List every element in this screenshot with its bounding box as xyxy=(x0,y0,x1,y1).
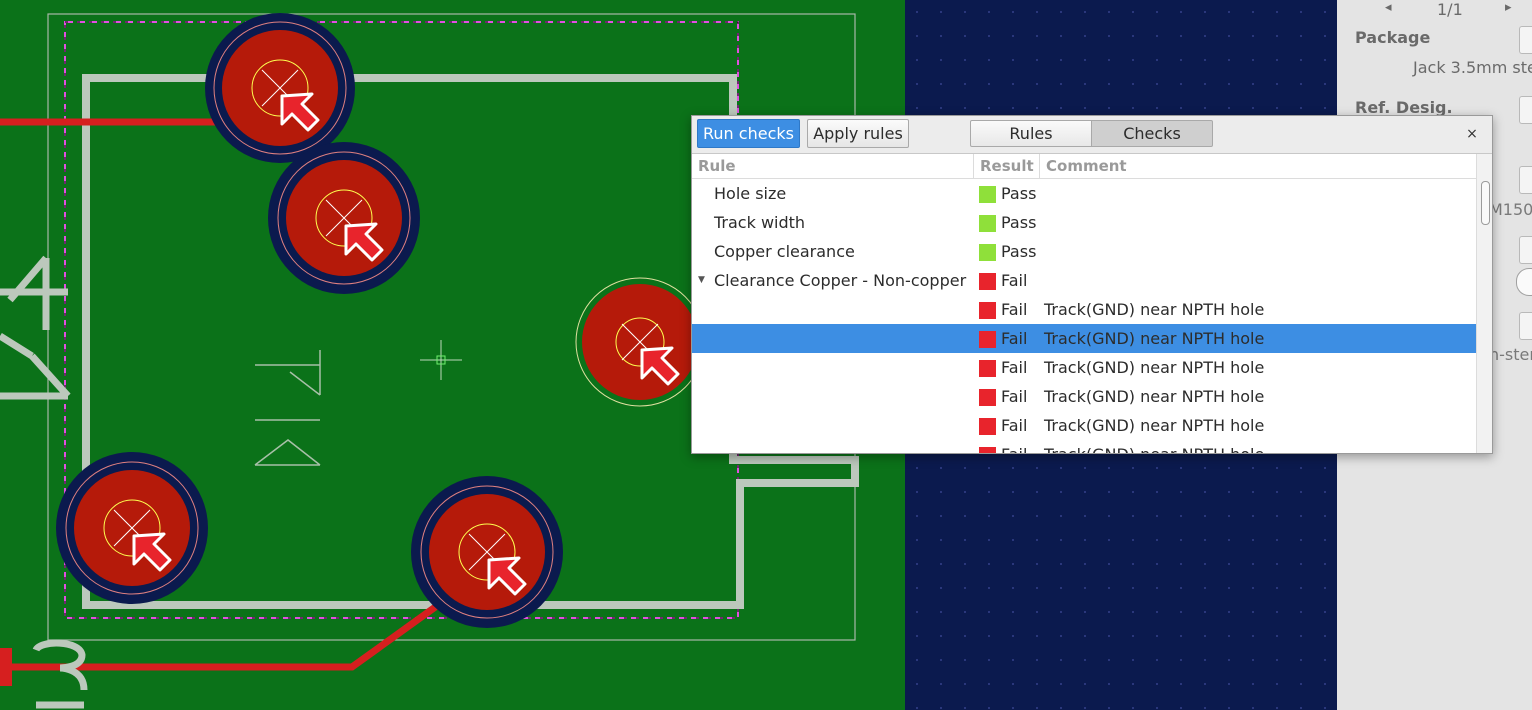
silkscreen-ref-bottom xyxy=(32,639,88,709)
pager: ◂ 1/1 ▸ xyxy=(1337,0,1532,22)
silkscreen-ref-left xyxy=(0,255,71,400)
checks-table: Hole size Pass Track width Pass Copper clear… xyxy=(692,179,1476,453)
pad-4 xyxy=(56,452,208,604)
pad-edge xyxy=(0,648,12,686)
fail-status-swatch xyxy=(979,389,996,406)
close-icon[interactable]: × xyxy=(1462,124,1482,144)
pad-1 xyxy=(205,13,355,163)
scrollbar-thumb[interactable] xyxy=(1481,181,1490,225)
property-field-5[interactable] xyxy=(1519,312,1532,340)
track-bottom xyxy=(0,579,473,671)
result-text: Fail xyxy=(1001,329,1028,348)
column-header-result[interactable]: Result xyxy=(974,154,1040,178)
package-label: Package xyxy=(1355,28,1431,47)
pad-5 xyxy=(411,476,563,628)
fail-status-swatch xyxy=(979,447,996,453)
partial-value-1: M1503 xyxy=(1489,200,1532,219)
triangle-left-icon[interactable]: ◂ xyxy=(1385,0,1392,15)
pass-status-swatch xyxy=(979,215,996,232)
table-row[interactable]: Hole size Pass xyxy=(692,179,1476,208)
comment-text: Track(GND) near NPTH hole xyxy=(1044,358,1265,377)
rule-name: Hole size xyxy=(714,184,787,203)
property-field-3[interactable] xyxy=(1519,166,1532,194)
design-rules-dialog: Run checks Apply rules Rules Checks × Ru… xyxy=(691,115,1493,454)
table-row[interactable]: Fail Track(GND) near NPTH hole xyxy=(692,411,1476,440)
comment-text: Track(GND) near NPTH hole xyxy=(1044,300,1265,319)
package-value: Jack 3.5mm ster xyxy=(1413,58,1532,77)
triangle-right-icon[interactable]: ▸ xyxy=(1505,0,1512,15)
crosshair-cursor xyxy=(420,340,462,380)
dialog-toolbar: Run checks Apply rules Rules Checks × xyxy=(692,116,1492,154)
result-text: Pass xyxy=(1001,184,1037,203)
package-field[interactable] xyxy=(1519,26,1532,54)
tab-rules[interactable]: Rules xyxy=(970,120,1092,147)
rule-name: Copper clearance xyxy=(714,242,855,261)
page-indicator: 1/1 xyxy=(1437,0,1463,19)
pad-2 xyxy=(268,142,420,294)
toggle-switch[interactable] xyxy=(1516,268,1532,296)
run-checks-button[interactable]: Run checks xyxy=(697,119,800,148)
comment-text: Track(GND) near NPTH hole xyxy=(1044,416,1265,435)
result-text: Fail xyxy=(1001,416,1028,435)
pass-status-swatch xyxy=(979,186,996,203)
fail-status-swatch xyxy=(979,418,996,435)
table-row[interactable]: Fail Track(GND) near NPTH hole xyxy=(692,324,1476,353)
property-field-4[interactable] xyxy=(1519,236,1532,264)
fail-status-swatch xyxy=(979,273,996,290)
pad-3 xyxy=(575,277,705,407)
table-row[interactable]: ▼ Clearance Copper - Non-copper Fail xyxy=(692,266,1476,295)
result-text: Fail xyxy=(1001,358,1028,377)
result-text: Pass xyxy=(1001,242,1037,261)
expand-triangle-icon[interactable]: ▼ xyxy=(698,266,705,295)
rule-name: Track width xyxy=(714,213,806,232)
tab-checks[interactable]: Checks xyxy=(1091,120,1213,147)
comment-text: Track(GND) near NPTH hole xyxy=(1044,440,1264,453)
column-header-rule[interactable]: Rule xyxy=(692,154,974,178)
comment-text: Track(GND) near NPTH hole xyxy=(1044,329,1265,348)
rule-name: Clearance Copper - Non-copper xyxy=(714,271,967,290)
result-text: Fail xyxy=(1001,271,1028,290)
result-text: Pass xyxy=(1001,213,1037,232)
fail-status-swatch xyxy=(979,360,996,377)
result-text: Fail xyxy=(1001,440,1027,453)
table-row[interactable]: Fail Track(GND) near NPTH hole xyxy=(692,295,1476,324)
table-header: Rule Result Comment xyxy=(692,154,1476,179)
ref-designator-field[interactable] xyxy=(1519,96,1532,124)
fail-status-swatch xyxy=(979,302,996,319)
result-text: Fail xyxy=(1001,300,1028,319)
result-text: Fail xyxy=(1001,387,1028,406)
fail-status-swatch xyxy=(979,331,996,348)
comment-text: Track(GND) near NPTH hole xyxy=(1044,387,1265,406)
table-row[interactable]: Fail Track(GND) near NPTH hole xyxy=(692,382,1476,411)
partial-value-2: n-ster xyxy=(1489,345,1532,364)
column-header-comment[interactable]: Comment xyxy=(1040,154,1476,178)
apply-rules-button[interactable]: Apply rules xyxy=(807,119,909,148)
vertical-scrollbar[interactable] xyxy=(1476,154,1492,453)
silkscreen-ref-center xyxy=(254,350,321,466)
table-row[interactable]: Copper clearance Pass xyxy=(692,237,1476,266)
pass-status-swatch xyxy=(979,244,996,261)
table-row[interactable]: Track width Pass xyxy=(692,208,1476,237)
table-row[interactable]: Fail Track(GND) near NPTH hole xyxy=(692,353,1476,382)
table-row[interactable]: Fail Track(GND) near NPTH hole xyxy=(692,440,1476,453)
